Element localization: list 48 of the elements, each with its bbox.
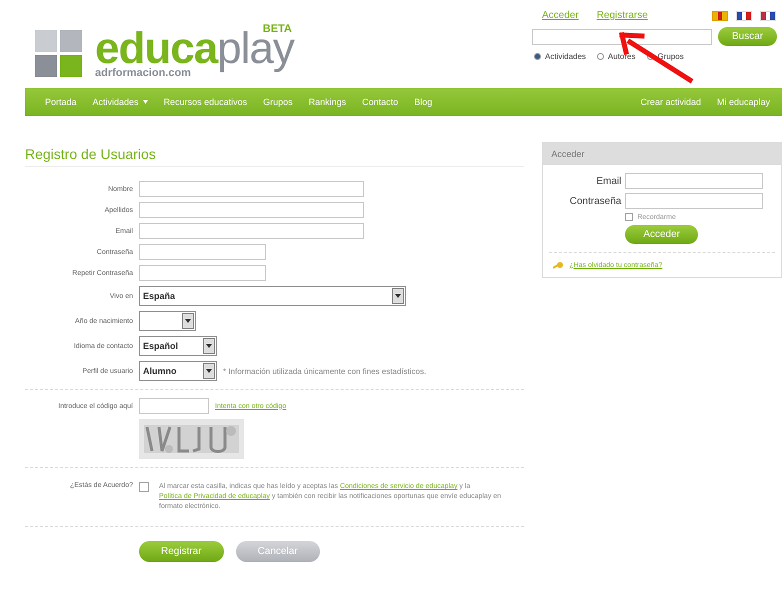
beta-label: BETA bbox=[262, 23, 292, 35]
input-field[interactable] bbox=[139, 265, 266, 281]
search-button[interactable]: Buscar bbox=[718, 27, 778, 46]
radio-option[interactable]: Actividades bbox=[534, 52, 586, 61]
flag-icon[interactable] bbox=[736, 10, 752, 20]
nav-item[interactable]: Contacto bbox=[362, 97, 398, 107]
register-button[interactable]: Registrar bbox=[139, 541, 224, 562]
panel-title: Acceder bbox=[543, 143, 781, 165]
header-link[interactable]: Acceder bbox=[542, 10, 579, 21]
input-field[interactable] bbox=[139, 181, 364, 197]
nav-item[interactable]: Rankings bbox=[308, 97, 346, 107]
login-button[interactable]: Acceder bbox=[625, 225, 698, 244]
input-field[interactable] bbox=[625, 193, 764, 209]
select-field[interactable]: Alumno bbox=[139, 361, 217, 381]
select-field[interactable] bbox=[139, 311, 196, 331]
info-note: * Información utilizada únicamente con fines estadísticos. bbox=[223, 366, 426, 376]
field-label: Contraseña bbox=[568, 196, 622, 206]
caret-icon bbox=[206, 344, 212, 348]
page-title: Registro de Usuarios bbox=[25, 146, 524, 167]
nav-item[interactable]: Crear actividad bbox=[640, 97, 701, 107]
nav-item[interactable]: Grupos bbox=[263, 97, 293, 107]
input-field[interactable] bbox=[625, 173, 764, 189]
input-field[interactable] bbox=[139, 244, 266, 260]
input-field[interactable] bbox=[139, 398, 209, 414]
select-field[interactable]: España bbox=[139, 286, 406, 306]
caret-icon bbox=[185, 319, 191, 323]
search-field[interactable] bbox=[532, 28, 712, 44]
input-field[interactable] bbox=[139, 202, 364, 218]
flag-icon[interactable] bbox=[760, 10, 776, 20]
select-field[interactable]: Español bbox=[139, 336, 217, 356]
caret-icon bbox=[395, 294, 401, 298]
nav-item[interactable]: Mi educaplay bbox=[716, 97, 770, 107]
logo-icon bbox=[35, 30, 83, 78]
agree-checkbox[interactable] bbox=[139, 482, 149, 492]
cancel-button[interactable]: Cancelar bbox=[236, 541, 320, 562]
key-icon bbox=[553, 261, 564, 269]
nav-item[interactable]: Blog bbox=[414, 97, 432, 107]
field-label: Email bbox=[595, 176, 622, 186]
nav-item[interactable]: Actividades bbox=[92, 97, 148, 107]
input-field[interactable] bbox=[139, 223, 364, 239]
header-link[interactable]: Registrarse bbox=[596, 10, 648, 21]
radio-option[interactable]: Autores bbox=[596, 52, 636, 61]
logo-subtitle: adrformacion.com bbox=[95, 67, 192, 79]
nav-item[interactable]: Recursos educativos bbox=[164, 97, 248, 107]
flag-icon[interactable] bbox=[712, 10, 728, 20]
radio-option[interactable]: Grupos bbox=[646, 52, 684, 61]
nav-item[interactable]: Portada bbox=[45, 97, 77, 107]
caret-icon bbox=[206, 369, 212, 373]
